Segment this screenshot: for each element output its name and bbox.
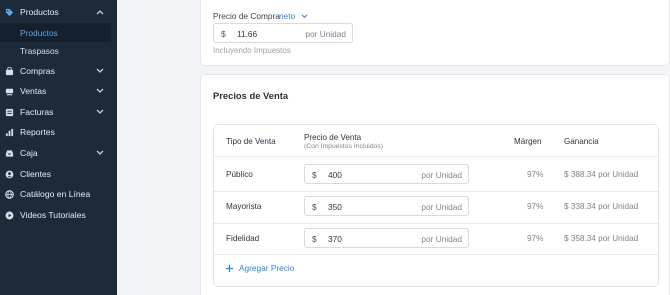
divider xyxy=(214,191,658,192)
price-mode-dropdown[interactable]: neto xyxy=(279,11,308,21)
currency-symbol: $ xyxy=(221,29,226,39)
row-type: Mayorista xyxy=(226,202,262,211)
taxes-hint: Incluyendo Impuestos xyxy=(213,46,291,55)
plus-icon xyxy=(225,264,234,272)
currency-symbol: $ xyxy=(312,234,317,244)
currency-symbol: $ xyxy=(312,202,317,212)
unit-suffix: por Unidad xyxy=(305,29,346,39)
sidebar-item-ventas[interactable]: Ventas xyxy=(0,81,117,101)
row-profit: $ 388.34 por Unidad xyxy=(564,170,639,179)
sidebar-subitem-productos[interactable]: Productos xyxy=(0,23,111,42)
sidebar-item-caja[interactable]: Caja xyxy=(0,143,117,163)
chevron-up-icon[interactable] xyxy=(96,9,104,15)
sale-price-input[interactable]: $ 350 por Unidad xyxy=(304,196,469,216)
register-icon xyxy=(5,87,14,96)
invoice-icon xyxy=(5,108,14,117)
column-header-margin: Márgen xyxy=(514,137,542,146)
chevron-down-icon xyxy=(302,14,308,19)
purchase-price-card: Precio de Compra neto $ 11.66 por Unidad… xyxy=(200,0,670,66)
chevron-down-icon[interactable] xyxy=(96,68,104,74)
divider xyxy=(214,156,658,157)
sales-prices-card: Precios de Venta Tipo de Venta Precio de… xyxy=(200,74,670,295)
divider xyxy=(214,254,658,255)
sidebar-item-clientes[interactable]: Clientes xyxy=(0,164,117,184)
sidebar-item-label: Compras xyxy=(20,66,55,76)
main-content: Precio de Compra neto $ 11.66 por Unidad… xyxy=(117,0,670,295)
sale-price-value: 400 xyxy=(328,170,342,180)
play-icon xyxy=(5,211,14,220)
sidebar-item-reportes[interactable]: Reportes xyxy=(0,122,117,142)
user-icon xyxy=(5,170,14,179)
sidebar-item-label: Catálogo en Línea xyxy=(20,189,91,199)
column-header-price-sub: (Con Impuestos Incluidos) xyxy=(304,143,383,150)
unit-suffix: por Unidad xyxy=(421,202,462,212)
sidebar-item-label: Reportes xyxy=(20,127,55,137)
sidebar: Productos Productos Traspasos Compras Ve… xyxy=(0,0,117,295)
currency-symbol: $ xyxy=(312,170,317,180)
bar-chart-icon xyxy=(5,128,14,137)
sale-price-input[interactable]: $ 400 por Unidad xyxy=(304,164,469,184)
column-header-type: Tipo de Venta xyxy=(226,137,276,146)
sidebar-item-label: Facturas xyxy=(20,107,54,117)
sidebar-item-label: Clientes xyxy=(20,169,52,179)
sidebar-item-label: Productos xyxy=(20,7,59,17)
row-type: Fidelidad xyxy=(226,234,260,243)
column-header-profit: Ganancia xyxy=(564,137,599,146)
divider xyxy=(214,223,658,224)
row-margin: 97% xyxy=(527,202,544,211)
row-margin: 97% xyxy=(527,234,544,243)
sidebar-item-label: Ventas xyxy=(20,86,47,96)
prices-table: Tipo de Venta Precio de Venta (Con Impue… xyxy=(213,124,659,287)
sidebar-item-label: Videos Tutoriales xyxy=(20,210,86,220)
sidebar-item-productos[interactable]: Productos xyxy=(0,2,117,22)
sidebar-item-videos[interactable]: Videos Tutoriales xyxy=(0,205,117,225)
row-profit: $ 338.34 por Unidad xyxy=(564,202,639,211)
add-price-button[interactable]: Agregar Precio xyxy=(225,262,294,274)
bag-icon xyxy=(5,66,14,76)
chevron-down-icon[interactable] xyxy=(96,150,104,156)
unit-suffix: por Unidad xyxy=(421,234,462,244)
tag-icon xyxy=(5,8,14,17)
column-header-price: Precio de Venta xyxy=(304,133,362,142)
chevron-down-icon[interactable] xyxy=(96,88,104,94)
sidebar-item-compras[interactable]: Compras xyxy=(0,61,117,81)
globe-icon xyxy=(5,189,14,199)
row-type: Público xyxy=(226,170,253,179)
sale-price-input[interactable]: $ 370 por Unidad xyxy=(304,228,469,248)
row-profit: $ 358.34 por Unidad xyxy=(564,234,639,243)
sidebar-item-label: Caja xyxy=(20,148,38,158)
purchase-price-label: Precio de Compra xyxy=(213,11,280,21)
unit-suffix: por Unidad xyxy=(421,170,462,180)
sale-price-value: 370 xyxy=(328,234,342,244)
section-title: Precios de Venta xyxy=(213,90,289,101)
sale-price-value: 350 xyxy=(328,202,342,212)
sidebar-subitem-traspasos[interactable]: Traspasos xyxy=(0,41,111,60)
tray-icon xyxy=(5,149,14,158)
sidebar-item-catalogo[interactable]: Catálogo en Línea xyxy=(0,184,117,204)
purchase-price-input[interactable]: $ 11.66 por Unidad xyxy=(213,23,353,43)
sidebar-item-facturas[interactable]: Facturas xyxy=(0,102,117,122)
purchase-price-value: 11.66 xyxy=(237,29,258,39)
chevron-down-icon[interactable] xyxy=(96,109,104,115)
row-margin: 97% xyxy=(527,170,544,179)
